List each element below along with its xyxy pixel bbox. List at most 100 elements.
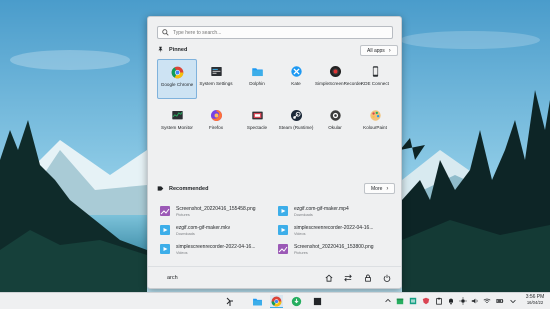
taskbar-dolphin[interactable] [251,295,264,308]
username[interactable]: arch [167,275,178,281]
recommended-item[interactable]: Screenshot_20220416_155458.png Pictures [160,203,272,219]
all-apps-label: All apps [367,47,385,54]
taskbar-chrome[interactable] [270,295,283,308]
volume-icon[interactable] [471,297,479,305]
more-label: More [371,185,383,192]
wifi-icon[interactable] [483,297,491,305]
recommended-header: Recommended [157,185,208,192]
recommended-item[interactable]: simplescreenrecorder-2022-04-16... Video… [160,241,272,257]
all-apps-button[interactable]: All apps › [360,45,398,56]
recommended-name: ezgif.com-gif-maker.mp4 [294,205,349,212]
recommended-name: Screenshot_20220416_153800.png [294,243,374,250]
start-menu: Pinned All apps › Google Chrome System S… [147,16,402,289]
stop-recording-icon [313,297,322,306]
search-field[interactable] [157,26,393,39]
pinned-app-dolphin[interactable]: Dolphin [237,59,277,99]
recommended-name: simplescreenrecorder-2022-04-16... [294,224,374,231]
app-label: Kate [291,81,301,86]
pinned-app-steam[interactable]: Steam (Runtime) [276,103,316,143]
security-shield-icon[interactable] [422,297,430,305]
update-icon [291,296,302,307]
recommended-name: Screenshot_20220416_155458.png [176,205,256,212]
app-label: Spectacle [246,125,268,130]
chrome-icon [271,296,282,306]
app-label: KDE Connect [361,81,389,86]
steam-icon [290,109,302,122]
search-icon [162,29,169,36]
pin-icon [158,46,163,53]
recommended-item[interactable]: simplescreenrecorder-2022-04-16... Video… [278,222,390,238]
battery-icon[interactable] [496,297,504,305]
pinned-app-kolourpaint[interactable]: KolourPaint [355,103,395,143]
notifications-icon[interactable] [447,297,455,305]
home-icon[interactable] [325,274,333,282]
power-icon[interactable] [383,274,391,282]
recommended-title: Recommended [169,185,209,192]
video-file-icon [160,244,170,254]
firefox-icon [210,109,222,122]
recommended-location: Pictures [294,250,308,255]
tray-chevron-icon[interactable] [384,297,392,305]
menu-footer: arch [148,266,401,288]
pinned-app-firefox[interactable]: Firefox [196,103,236,143]
recommended-location: Downloads [176,231,195,236]
more-button[interactable]: More › [364,183,396,194]
pinned-app-kate[interactable]: Kate [276,59,316,99]
app-tray-icon[interactable] [409,297,417,305]
app-label: Okular [328,125,342,130]
video-file-icon [160,225,170,235]
tray-expand-icon[interactable] [509,297,517,305]
app-label: SimpleScreenRecorder [315,81,363,86]
app-label: Dolphin [249,81,265,86]
dolphin-icon [253,298,262,306]
brightness-icon[interactable] [459,297,467,305]
image-file-icon [278,244,288,254]
pinned-header: Pinned [157,46,187,53]
chevron-right-icon: › [388,47,391,54]
pinned-app-simplescreenrecorder[interactable]: SimpleScreenRecorder [315,59,363,99]
clock[interactable]: 3:56 PM 16/04/22 [522,294,548,305]
app-label: KolourPaint [363,125,387,130]
recommended-name: ezgif.com-gif-maker.mkv [176,224,231,231]
application-launcher-button[interactable] [223,295,236,308]
recommended-icon [157,186,164,191]
taskbar-simplescreenrecorder[interactable] [311,295,324,308]
recommended-item[interactable]: ezgif.com-gif-maker.mkv Downloads [160,222,272,238]
app-label: System Settings [199,81,233,86]
system-monitor-icon [171,110,183,120]
app-label: Steam (Runtime) [278,125,314,130]
spectacle-icon [251,111,263,120]
pinned-app-system-settings[interactable]: System Settings [196,59,236,99]
okular-icon [329,110,341,121]
pinned-title: Pinned [169,46,188,53]
kde-connect-icon [372,66,378,77]
pinned-app-kde-connect[interactable]: KDE Connect [355,59,395,99]
recommended-location: Videos [294,231,306,236]
kolourpaint-icon [369,110,381,121]
clipboard-icon[interactable] [435,297,443,305]
package-update-icon[interactable] [396,297,404,305]
taskbar-app[interactable] [290,295,303,308]
app-label: Firefox [208,125,224,130]
taskbar: 3:56 PM 16/04/22 [0,292,550,309]
clock-date: 16/04/22 [526,300,544,305]
recommended-location: Downloads [294,212,313,217]
search-input[interactable] [173,29,373,36]
lock-icon[interactable] [364,274,372,282]
video-file-icon [278,206,288,216]
recommended-item[interactable]: Screenshot_20220416_153800.png Pictures [278,241,390,257]
pinned-app-okular[interactable]: Okular [315,103,355,143]
recommended-item[interactable]: ezgif.com-gif-maker.mp4 Downloads [278,203,390,219]
recommended-location: Videos [176,250,188,255]
video-file-icon [278,225,288,235]
switch-user-icon[interactable] [344,274,352,282]
chevron-right-icon: › [386,185,389,192]
chrome-icon [171,66,183,79]
image-file-icon [160,206,170,216]
app-label: Google Chrome [160,82,194,87]
pinned-app-spectacle[interactable]: Spectacle [237,103,277,143]
pinned-app-system-monitor[interactable]: System Monitor [157,103,197,143]
app-label: System Monitor [161,125,193,130]
pinned-app-chrome[interactable]: Google Chrome [157,59,197,99]
kate-icon [290,66,302,77]
